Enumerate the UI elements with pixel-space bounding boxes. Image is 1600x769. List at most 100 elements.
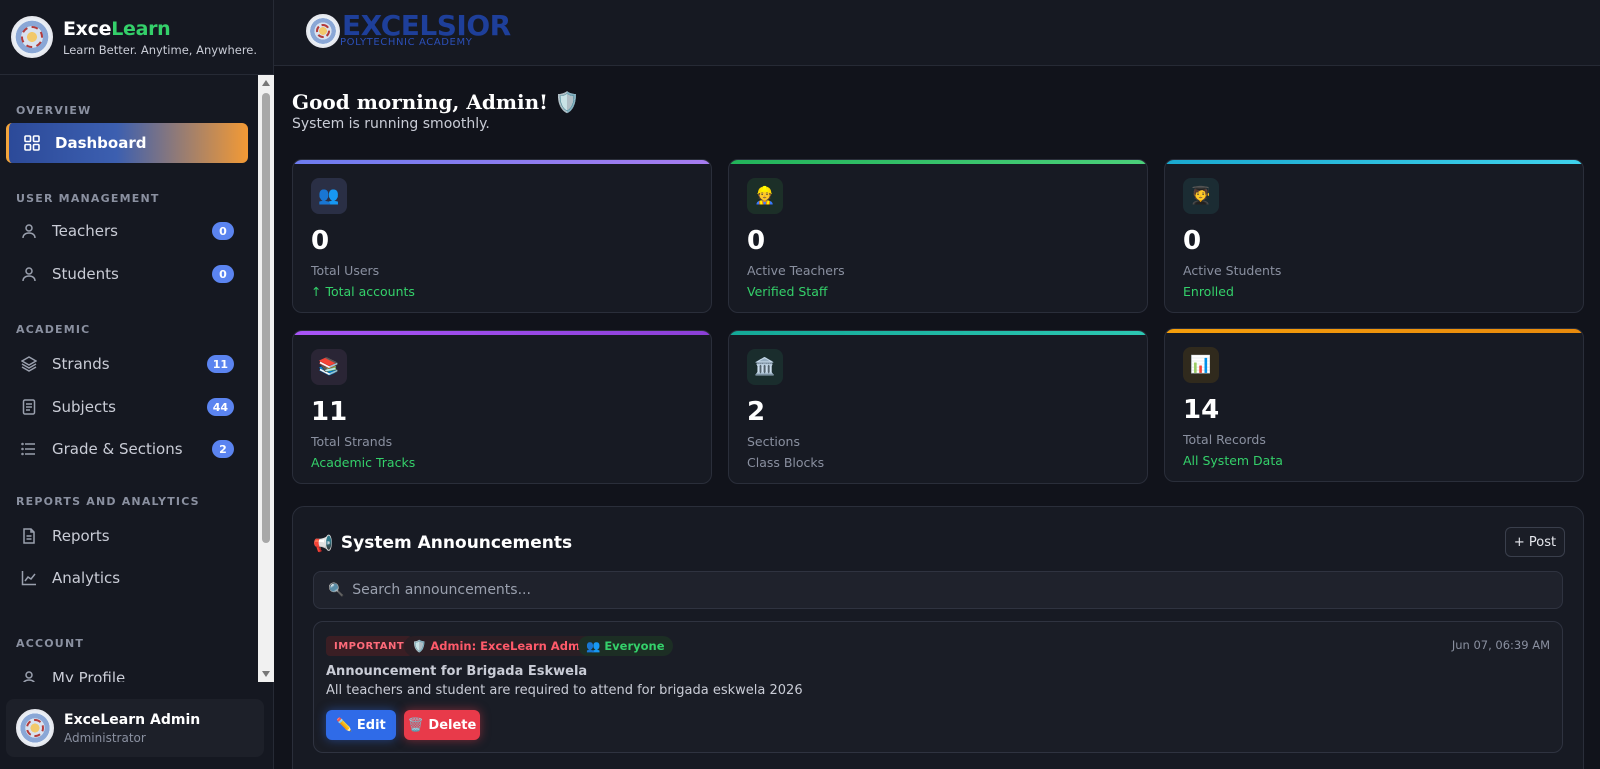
stat-value: 2 [747, 397, 766, 427]
layers-icon [20, 355, 38, 373]
sidebar-nav: OVERVIEW Dashboard USER MANAGEMENT Teach… [0, 75, 258, 682]
brand-logo [11, 16, 53, 58]
scrollbar-thumb[interactable] [262, 93, 270, 543]
teacher-icon: 👷 [747, 178, 783, 214]
author-badge: 🛡️ Admin: ExceLearn Admin [404, 636, 601, 656]
edit-button[interactable]: ✏️ Edit [326, 710, 396, 740]
section-user-management: USER MANAGEMENT [16, 192, 160, 205]
count-badge: 44 [206, 398, 234, 416]
avatar [16, 709, 54, 747]
sidebar-item-label: Analytics [52, 569, 121, 587]
book-icon [20, 398, 38, 416]
count-badge: 2 [212, 440, 234, 458]
sidebar-item-my-profile[interactable]: My Profile [6, 658, 248, 682]
announcement-title: Announcement for Brigada Eskwela [326, 664, 588, 679]
stat-sub: Enrolled [1183, 284, 1234, 299]
card-accent-bar [293, 160, 711, 164]
stat-label: Total Users [311, 263, 380, 278]
stat-label: Total Records [1183, 432, 1266, 447]
delete-button[interactable]: 🗑️ Delete [404, 710, 480, 740]
sidebar-item-label: Reports [52, 527, 110, 545]
page-subtitle: System is running smoothly. [292, 116, 490, 132]
card-accent-bar [293, 331, 711, 335]
card-accent-bar [729, 160, 1147, 164]
count-badge: 0 [212, 222, 234, 240]
stat-value: 11 [311, 397, 348, 427]
count-badge: 11 [206, 355, 234, 373]
brand: ExceLearn Learn Better. Anytime, Anywher… [0, 0, 273, 75]
user-icon [20, 222, 38, 240]
post-button[interactable]: + Post [1505, 527, 1565, 557]
school-seal-icon [306, 14, 340, 48]
sidebar-item-teachers[interactable]: Teachers 0 [6, 211, 248, 251]
section-reports-analytics: REPORTS AND ANALYTICS [16, 495, 200, 508]
audience-badge: 👥 Everyone [578, 636, 673, 656]
sidebar-item-grade-sections[interactable]: Grade & Sections 2 [6, 429, 248, 469]
sidebar-item-reports[interactable]: Reports [6, 516, 248, 556]
sidebar-item-label: Dashboard [55, 134, 147, 152]
stat-value: 0 [1183, 226, 1202, 256]
books-icon: 📚 [311, 349, 347, 385]
stat-card-total-records: 📊 14 Total Records All System Data [1164, 328, 1584, 482]
sidebar-item-subjects[interactable]: Subjects 44 [6, 387, 248, 427]
user-profile-card[interactable]: ExceLearn Admin Administrator [6, 699, 264, 757]
section-academic: ACADEMIC [16, 323, 91, 336]
user-name: ExceLearn Admin [64, 711, 201, 728]
chart-line-icon [20, 569, 38, 587]
stat-value: 14 [1183, 395, 1220, 425]
sidebar-item-analytics[interactable]: Analytics [6, 558, 248, 598]
brand-tagline: Learn Better. Anytime, Anywhere. [63, 42, 258, 57]
school-name: EXCELSIOR [342, 9, 511, 42]
card-accent-bar [1165, 329, 1583, 333]
building-icon: 🏛️ [747, 349, 783, 385]
user-role: Administrator [64, 730, 146, 745]
sidebar-item-students[interactable]: Students 0 [6, 254, 248, 294]
top-bar: EXCELSIOR POLYTECHNIC ACADEMY [274, 0, 1600, 66]
users-icon: 👥 [311, 178, 347, 214]
sidebar-item-label: Subjects [52, 398, 116, 416]
stat-card-total-users: 👥 0 Total Users ↑ Total accounts [292, 159, 712, 313]
sidebar-scrollbar[interactable] [258, 75, 274, 682]
stat-sub: Verified Staff [747, 284, 828, 299]
stat-card-active-students: 🧑‍🎓 0 Active Students Enrolled [1164, 159, 1584, 313]
stat-sub: Academic Tracks [311, 455, 416, 470]
stat-card-total-strands: 📚 11 Total Strands Academic Tracks [292, 330, 712, 484]
announcement-date: Jun 07, 06:39 AM [1451, 638, 1550, 652]
stat-value: 0 [311, 226, 330, 256]
megaphone-icon: 📢 [313, 533, 333, 553]
sidebar: ExceLearn Learn Better. Anytime, Anywher… [0, 0, 274, 769]
announcement-body: All teachers and student are required to… [326, 683, 803, 698]
card-accent-bar [1165, 160, 1583, 164]
brand-name: ExceLearn [63, 17, 171, 40]
sidebar-item-label: My Profile [52, 669, 126, 682]
sidebar-item-dashboard[interactable]: Dashboard [6, 123, 248, 163]
stat-card-sections: 🏛️ 2 Sections Class Blocks [728, 330, 1148, 484]
search-input[interactable]: 🔍 Search announcements... [313, 571, 1563, 609]
search-placeholder: Search announcements... [352, 582, 531, 598]
school-logo: EXCELSIOR POLYTECHNIC ACADEMY [306, 9, 511, 48]
sidebar-item-label: Teachers [52, 222, 118, 240]
stat-sub: All System Data [1183, 453, 1283, 468]
user-icon [20, 265, 38, 283]
bar-chart-icon: 📊 [1183, 347, 1219, 383]
stat-label: Sections [747, 434, 800, 449]
sidebar-item-label: Strands [52, 355, 110, 373]
scroll-down-arrow-icon[interactable] [262, 671, 270, 677]
sidebar-item-strands[interactable]: Strands 11 [6, 344, 248, 384]
stat-sub: Class Blocks [747, 455, 825, 470]
scroll-up-arrow-icon[interactable] [262, 80, 270, 86]
section-overview: OVERVIEW [16, 104, 92, 117]
sidebar-item-label: Students [52, 265, 119, 283]
stat-label: Active Students [1183, 263, 1282, 278]
stat-label: Active Teachers [747, 263, 845, 278]
announcement-item: IMPORTANT 🛡️ Admin: ExceLearn Admin 👥 Ev… [313, 621, 1563, 753]
stat-label: Total Strands [311, 434, 393, 449]
count-badge: 0 [212, 265, 234, 283]
user-icon [20, 669, 38, 682]
list-icon [20, 440, 38, 458]
document-icon [20, 527, 38, 545]
student-icon: 🧑‍🎓 [1183, 178, 1219, 214]
announcements-panel: 📢 System Announcements + Post 🔍 Search a… [292, 506, 1584, 769]
stat-value: 0 [747, 226, 766, 256]
announcements-title: 📢 System Announcements [313, 533, 573, 553]
